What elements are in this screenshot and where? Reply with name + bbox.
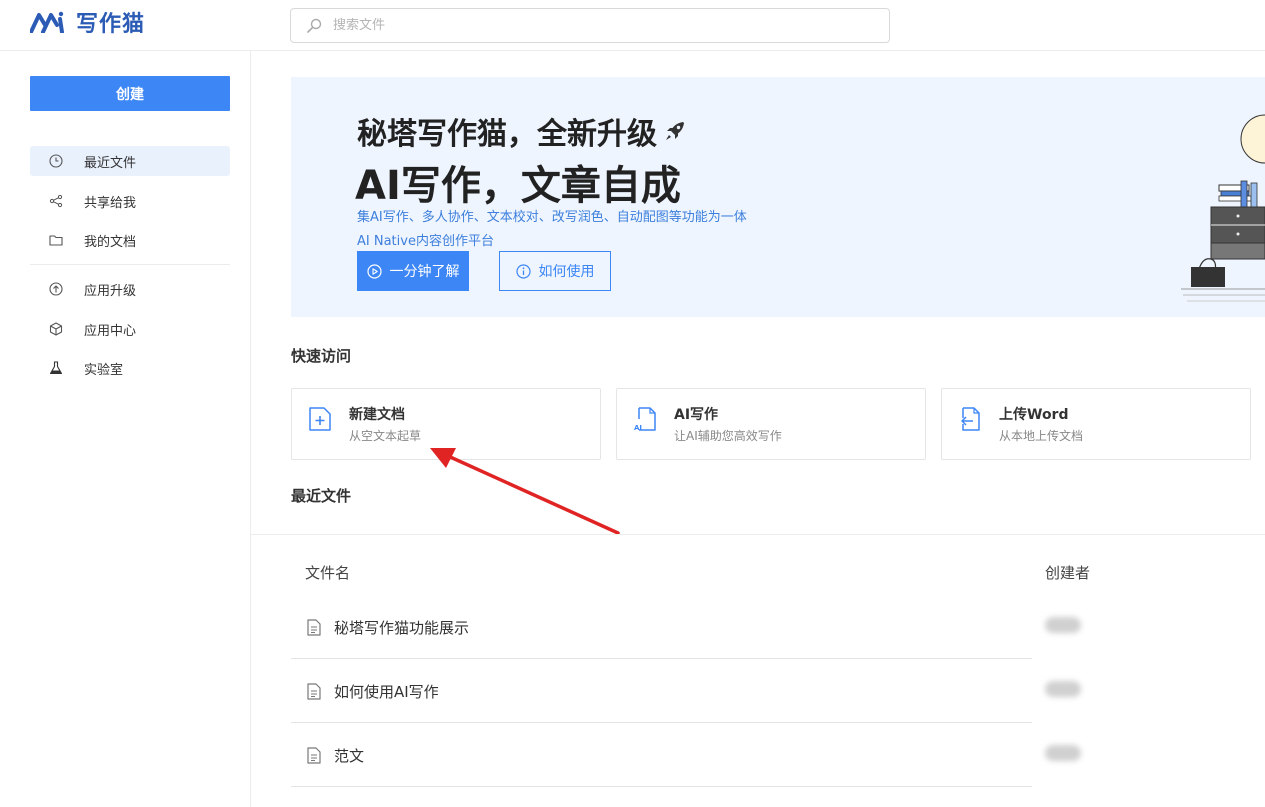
upload-document-icon xyxy=(961,407,980,431)
file-name[interactable]: 如何使用AI写作 xyxy=(334,681,439,702)
sidebar: 创建 最近文件 共享给我 我的文档 应用升级 应用中心 实验室 xyxy=(0,51,251,807)
play-circle-icon xyxy=(366,263,382,279)
upgrade-icon xyxy=(48,281,64,297)
table-row[interactable]: 如何使用AI写作 xyxy=(291,659,1265,723)
sidebar-item-shared-with-me[interactable]: 共享给我 xyxy=(30,186,230,216)
create-button[interactable]: 创建 xyxy=(30,76,230,111)
sidebar-item-label: 应用中心 xyxy=(84,323,137,339)
sidebar-divider xyxy=(30,264,230,265)
intro-video-button-label: 一分钟了解 xyxy=(389,264,460,280)
how-to-use-button-label: 如何使用 xyxy=(538,264,595,280)
banner-title-text: 秘塔写作猫，全新升级 xyxy=(357,117,657,152)
search-icon xyxy=(307,18,322,33)
sidebar-item-label: 我的文档 xyxy=(84,234,137,250)
ai-document-icon: AI xyxy=(634,407,656,432)
top-header: 写作猫 xyxy=(0,0,1265,51)
sidebar-item-label: 共享给我 xyxy=(84,195,137,211)
annotation-arrow-icon xyxy=(430,448,620,535)
app-logo[interactable]: 写作猫 xyxy=(30,9,146,37)
file-name[interactable]: 范文 xyxy=(334,745,364,766)
table-divider xyxy=(251,534,1265,535)
how-to-use-button[interactable]: 如何使用 xyxy=(499,251,611,291)
upload-word-card[interactable]: 上传Word 从本地上传文档 xyxy=(941,388,1251,460)
card-description: 让AI辅助您高效写作 xyxy=(674,429,782,443)
document-icon xyxy=(307,747,321,764)
card-description: 从空文本起草 xyxy=(349,429,422,443)
banner-illustration xyxy=(1181,114,1265,302)
folder-icon xyxy=(48,232,64,248)
card-title: 上传Word xyxy=(999,407,1069,423)
clock-icon xyxy=(48,153,64,169)
creator-avatar xyxy=(1045,745,1081,761)
sidebar-item-upgrade[interactable]: 应用升级 xyxy=(30,274,230,304)
banner-title-line1: 秘塔写作猫，全新升级 xyxy=(357,109,687,153)
creator-avatar xyxy=(1045,617,1081,633)
sidebar-item-label: 应用升级 xyxy=(84,283,137,299)
search-input[interactable] xyxy=(333,18,853,33)
rocket-icon xyxy=(666,122,684,140)
recent-files-title: 最近文件 xyxy=(291,487,352,505)
svg-text:AI: AI xyxy=(634,424,642,432)
banner-title-line2: AI写作，文章自成 xyxy=(355,163,681,209)
column-header-filename[interactable]: 文件名 xyxy=(305,562,350,583)
document-icon xyxy=(307,683,321,700)
sidebar-item-lab[interactable]: 实验室 xyxy=(30,353,230,383)
app-name: 写作猫 xyxy=(76,11,146,37)
document-icon xyxy=(307,619,321,636)
column-header-creator[interactable]: 创建者 xyxy=(1045,562,1090,583)
file-name[interactable]: 秘塔写作猫功能展示 xyxy=(334,617,469,638)
card-title: AI写作 xyxy=(674,407,719,423)
sidebar-item-recent-files[interactable]: 最近文件 xyxy=(30,146,230,176)
search-bar[interactable] xyxy=(290,8,890,43)
sidebar-item-label: 最近文件 xyxy=(84,155,137,171)
ai-writing-card[interactable]: AI AI写作 让AI辅助您高效写作 xyxy=(616,388,926,460)
card-title: 新建文档 xyxy=(349,407,405,423)
share-icon xyxy=(48,193,64,209)
cube-icon xyxy=(48,321,64,337)
sidebar-item-label: 实验室 xyxy=(84,362,124,378)
intro-video-button[interactable]: 一分钟了解 xyxy=(357,251,469,291)
sidebar-item-app-center[interactable]: 应用中心 xyxy=(30,314,230,344)
card-description: 从本地上传文档 xyxy=(999,429,1084,443)
logo-mark-icon xyxy=(30,11,64,33)
row-divider xyxy=(291,786,1032,787)
quick-access-title: 快速访问 xyxy=(291,347,352,365)
creator-avatar xyxy=(1045,681,1081,697)
table-row[interactable]: 秘塔写作猫功能展示 xyxy=(291,595,1265,659)
sidebar-item-my-documents[interactable]: 我的文档 xyxy=(30,225,230,255)
new-document-icon xyxy=(309,407,331,431)
flask-icon xyxy=(48,360,64,376)
info-icon xyxy=(515,263,531,279)
table-row[interactable]: 范文 xyxy=(291,723,1265,787)
banner-subtitle: 集AI写作、多人协作、文本校对、改写润色、自动配图等功能为一体 xyxy=(357,210,747,225)
banner-platform-label: AI Native内容创作平台 xyxy=(357,234,494,249)
promo-banner: 秘塔写作猫，全新升级 AI写作，文章自成 集AI写作、多人协作、文本校对、改写润… xyxy=(291,77,1265,317)
